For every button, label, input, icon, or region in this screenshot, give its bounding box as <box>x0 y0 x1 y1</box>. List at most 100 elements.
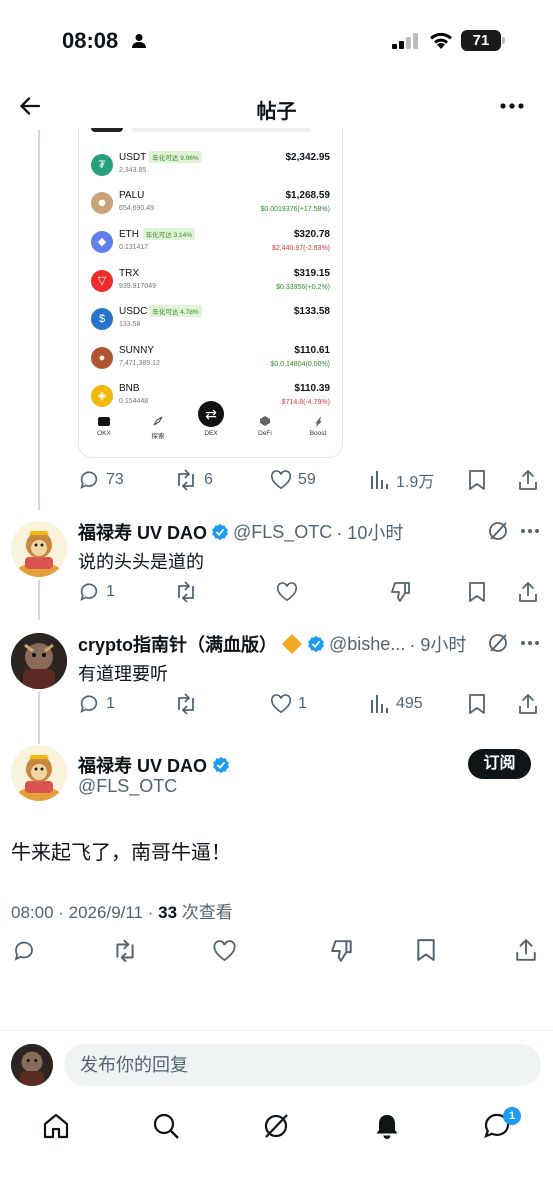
reply-icon[interactable] <box>12 939 36 963</box>
post-author: 福禄寿 UV DAO <box>78 752 230 778</box>
display-name[interactable]: 福禄寿 UV DAO <box>78 752 207 778</box>
monkey-avatar-icon <box>11 521 67 577</box>
post-meta: 08:00 · 2026/9/11 · 33 次查看 <box>11 898 233 923</box>
bookmark-button[interactable] <box>468 465 486 495</box>
more-icon[interactable] <box>520 528 540 534</box>
wallet-nav-defi: DeFi <box>258 430 272 437</box>
diamond-icon <box>282 634 303 654</box>
coin-change: $0.0019376(+17.58%) <box>260 206 330 213</box>
like-count: 1 <box>298 695 307 712</box>
wallet-tab <box>91 128 123 132</box>
coin-value: $133.58 <box>293 306 330 317</box>
grok-icon[interactable] <box>487 632 509 654</box>
coin-row: ● SUNNY 7,471,389.12 $110.61 $0.0,14804(0.00… <box>79 341 342 379</box>
heart-icon <box>276 582 298 602</box>
coin-icon: ◆ <box>91 231 113 253</box>
share-button[interactable] <box>518 465 538 495</box>
post-time: · 9小时 <box>409 635 467 655</box>
bookmark-icon <box>469 470 485 490</box>
display-name[interactable]: crypto指南针（满血版） <box>78 632 277 656</box>
reply-button[interactable]: 1 <box>78 689 115 719</box>
reply-input[interactable]: 发布你的回复 <box>64 1044 541 1086</box>
coin-value: $110.39 <box>294 383 330 394</box>
repost-button[interactable]: 6 <box>174 465 213 495</box>
thread-line <box>38 692 40 744</box>
bell-icon[interactable] <box>373 1112 401 1140</box>
post-actions <box>0 934 553 968</box>
coin-amount: 133.58 <box>119 321 141 328</box>
monkey-avatar-icon <box>11 745 67 801</box>
post-views-count: 33 <box>158 903 178 922</box>
handle[interactable]: @FLS_OTC <box>233 522 332 543</box>
more-icon[interactable] <box>500 102 524 110</box>
avatar[interactable] <box>11 521 67 577</box>
post-views-label: 次查看 <box>177 903 233 922</box>
repost-icon <box>178 693 194 715</box>
grok-icon[interactable] <box>487 520 509 542</box>
display-name[interactable]: 福禄寿 UV DAO <box>78 519 207 545</box>
more-icon[interactable] <box>520 640 540 646</box>
subscribe-button[interactable]: 订阅 <box>468 749 531 779</box>
bookmark-icon[interactable] <box>416 939 436 961</box>
repost-button[interactable] <box>174 577 198 607</box>
coin-value: $110.61 <box>294 345 330 356</box>
like-button[interactable]: 59 <box>270 465 316 495</box>
my-avatar[interactable] <box>11 1044 53 1086</box>
coin-icon: $ <box>91 308 113 330</box>
coin-name: USDC <box>119 306 148 317</box>
dislike-button[interactable] <box>390 577 412 607</box>
wallet-icon <box>98 417 110 426</box>
repost-count: 6 <box>204 471 213 488</box>
reply-icon <box>80 583 98 601</box>
notification-badge: 1 <box>503 1107 521 1125</box>
avatar[interactable] <box>11 633 67 689</box>
thumbs-down-icon[interactable] <box>330 939 354 963</box>
share-icon <box>519 582 537 602</box>
coin-icon: ● <box>91 347 113 369</box>
apy-badge: 年化可达 3.14% <box>142 228 196 240</box>
home-icon[interactable] <box>42 1112 70 1140</box>
coin-change: $2,440.97(-2.63%) <box>272 245 330 252</box>
bookmark-button[interactable] <box>468 689 486 719</box>
thumbs-down-icon <box>391 582 410 602</box>
share-icon[interactable] <box>515 938 537 962</box>
signal-icon <box>392 33 418 49</box>
grok-icon[interactable] <box>262 1112 290 1140</box>
bottom-tab-bar <box>0 1100 553 1200</box>
reply-button[interactable]: 1 <box>78 577 115 607</box>
bookmark-button[interactable] <box>468 577 486 607</box>
coin-amount: 2,343.85 <box>119 167 147 174</box>
avatar[interactable] <box>11 745 67 801</box>
apy-badge: 年化可达 9.96% <box>149 151 202 163</box>
heart-icon[interactable] <box>212 940 237 962</box>
wallet-nav-explore: 探索 <box>151 433 165 440</box>
coin-icon: ☻ <box>91 192 113 214</box>
page-title: 帖子 <box>256 101 297 123</box>
views-count: 495 <box>396 695 423 712</box>
reply-text: 有道理要听 <box>78 664 168 684</box>
coin-amount: 654,690.49 <box>119 205 155 212</box>
views-icon <box>371 695 388 713</box>
repost-button[interactable] <box>174 689 198 719</box>
reply-button[interactable]: 73 <box>78 465 124 495</box>
search-icon[interactable] <box>152 1112 180 1140</box>
views-icon <box>371 471 388 489</box>
repost-icon <box>178 469 194 491</box>
like-button[interactable] <box>276 577 298 607</box>
bookmark-icon <box>469 582 485 602</box>
coin-change: $0.0,14804(0.00%) <box>270 361 330 368</box>
like-button[interactable]: 1 <box>270 689 307 719</box>
views-button[interactable]: 1.9万 <box>370 465 434 495</box>
wallet-nav-okx: OKX <box>97 430 111 437</box>
repost-icon[interactable] <box>112 939 138 963</box>
handle[interactable]: @bishe... <box>329 634 405 655</box>
views-button[interactable]: 495 <box>370 689 423 719</box>
share-button[interactable] <box>518 689 538 719</box>
heart-icon <box>270 694 292 714</box>
handle[interactable]: @FLS_OTC <box>78 776 177 797</box>
embedded-wallet-image[interactable]: ₮ USDT 年化可达 9.96% 2,343.85 $2,342.95 ☻ PALU 654… <box>78 128 343 458</box>
reply-icon <box>80 695 98 713</box>
share-button[interactable] <box>518 577 538 607</box>
coin-change: $714.8(-4.79%) <box>281 399 330 406</box>
coin-row: ₮ USDT 年化可达 9.96% 2,343.85 $2,342.95 <box>79 148 342 186</box>
